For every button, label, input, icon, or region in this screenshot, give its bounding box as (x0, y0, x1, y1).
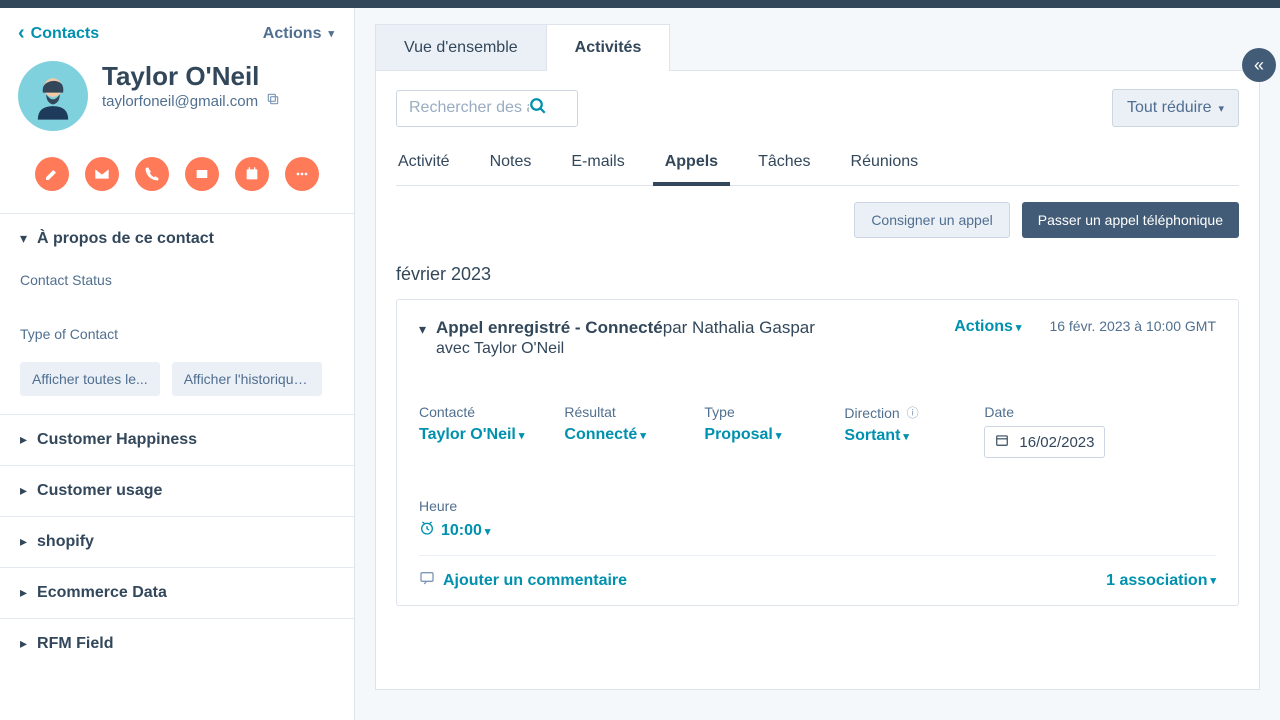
timeline-month-header: février 2023 (396, 264, 1239, 285)
call-card: Appel enregistré - Connectépar Nathalia … (396, 299, 1239, 606)
avatar-illustration-icon (26, 69, 80, 123)
section-customer-happiness[interactable]: Customer Happiness (0, 415, 354, 465)
section-ecommerce-data[interactable]: Ecommerce Data (0, 568, 354, 618)
prop-contacted-label: Contacté (419, 404, 524, 420)
chevron-right-icon (20, 635, 27, 653)
search-input[interactable] (409, 99, 529, 117)
record-tabs: Vue d'ensemble Activités (375, 24, 1280, 71)
app-topbar (0, 0, 1280, 8)
prop-type-label: Type (704, 404, 804, 420)
section-label: Customer Happiness (37, 431, 197, 449)
about-section-header[interactable]: À propos de ce contact (0, 214, 354, 264)
subtab-notes[interactable]: Notes (488, 145, 534, 185)
calendar-icon (995, 433, 1009, 451)
more-button[interactable] (285, 157, 319, 191)
section-rfm-field[interactable]: RFM Field (0, 619, 354, 669)
card-actions-dropdown[interactable]: Actions (954, 318, 1021, 336)
card-title-author: par Nathalia Gaspar (663, 318, 815, 337)
section-customer-usage[interactable]: Customer usage (0, 466, 354, 516)
chevron-right-icon (20, 533, 27, 551)
date-value: 16/02/2023 (1019, 434, 1094, 451)
show-property-history-button[interactable]: Afficher l'historique d... (172, 362, 322, 396)
section-label: RFM Field (37, 635, 113, 653)
prop-direction-value[interactable]: Sortant (844, 427, 944, 445)
prop-type-value[interactable]: Proposal (704, 426, 804, 444)
card-collapse-toggle[interactable] (419, 321, 426, 339)
subtab-tasks[interactable]: Tâches (756, 145, 812, 185)
contact-avatar[interactable] (18, 61, 88, 131)
section-label: Ecommerce Data (37, 584, 167, 602)
card-title-bold: Appel enregistré - Connecté (436, 318, 663, 337)
prop-time-value[interactable]: 10:00 (419, 520, 519, 541)
log-call-button[interactable]: Consigner un appel (854, 202, 1009, 238)
prop-result-value[interactable]: Connecté (564, 426, 664, 444)
chevron-right-icon (20, 482, 27, 500)
note-button[interactable] (35, 157, 69, 191)
chevron-down-icon (20, 230, 27, 248)
comment-icon (419, 570, 435, 591)
section-label: shopify (37, 533, 94, 551)
association-dropdown[interactable]: 1 association (1106, 572, 1216, 590)
subtab-emails[interactable]: E-mails (569, 145, 626, 185)
quick-actions-row (0, 145, 354, 213)
add-comment-button[interactable]: Ajouter un commentaire (419, 570, 627, 591)
contact-email: taylorfoneil@gmail.com (102, 93, 258, 110)
collapse-right-panel-button[interactable] (1242, 48, 1276, 82)
copy-email-icon[interactable] (266, 92, 280, 110)
make-call-button[interactable]: Passer un appel téléphonique (1022, 202, 1239, 238)
subtab-meetings[interactable]: Réunions (849, 145, 921, 185)
collapse-all-button[interactable]: Tout réduire (1112, 89, 1239, 127)
email-button[interactable] (85, 157, 119, 191)
about-section-title: À propos de ce contact (37, 230, 214, 248)
sidebar-actions-dropdown[interactable]: Actions (263, 25, 334, 43)
clock-icon (419, 520, 435, 541)
call-button[interactable] (135, 157, 169, 191)
chevron-left-icon (18, 22, 25, 45)
show-all-properties-button[interactable]: Afficher toutes le... (20, 362, 160, 396)
back-to-contacts[interactable]: Contacts (18, 22, 99, 45)
section-label: Customer usage (37, 482, 162, 500)
chevron-right-icon (20, 431, 27, 449)
info-icon[interactable] (904, 404, 919, 421)
back-label: Contacts (31, 25, 99, 43)
subtab-activity[interactable]: Activité (396, 145, 452, 185)
card-subtitle: avec Taylor O'Neil (436, 340, 944, 358)
prop-date-input[interactable]: 16/02/2023 (984, 426, 1105, 458)
add-comment-label: Ajouter un commentaire (443, 572, 627, 590)
chevron-right-icon (20, 584, 27, 602)
prop-contacted-value[interactable]: Taylor O'Neil (419, 426, 524, 444)
field-type-of-contact-label: Type of Contact (20, 326, 334, 342)
prop-time-label: Heure (419, 498, 519, 514)
card-title: Appel enregistré - Connectépar Nathalia … (436, 318, 944, 338)
tab-overview[interactable]: Vue d'ensemble (375, 24, 546, 71)
contact-name: Taylor O'Neil (102, 61, 280, 92)
tab-activities[interactable]: Activités (546, 24, 671, 71)
search-icon (529, 97, 547, 120)
activity-subtabs: Activité Notes E-mails Appels Tâches Réu… (396, 145, 1239, 186)
log-button[interactable] (185, 157, 219, 191)
card-timestamp: 16 févr. 2023 à 10:00 GMT (1049, 318, 1216, 334)
subtab-calls[interactable]: Appels (663, 145, 720, 185)
task-button[interactable] (235, 157, 269, 191)
activity-search[interactable] (396, 90, 578, 127)
section-shopify[interactable]: shopify (0, 517, 354, 567)
prop-result-label: Résultat (564, 404, 664, 420)
prop-direction-label: Direction (844, 404, 944, 421)
prop-date-label: Date (984, 404, 1105, 420)
main-panel: Vue d'ensemble Activités Tout réduire Ac… (355, 8, 1280, 720)
contact-sidebar: Contacts Actions Taylor O'Neil taylorfon… (0, 8, 355, 720)
field-contact-status-label: Contact Status (20, 272, 334, 288)
